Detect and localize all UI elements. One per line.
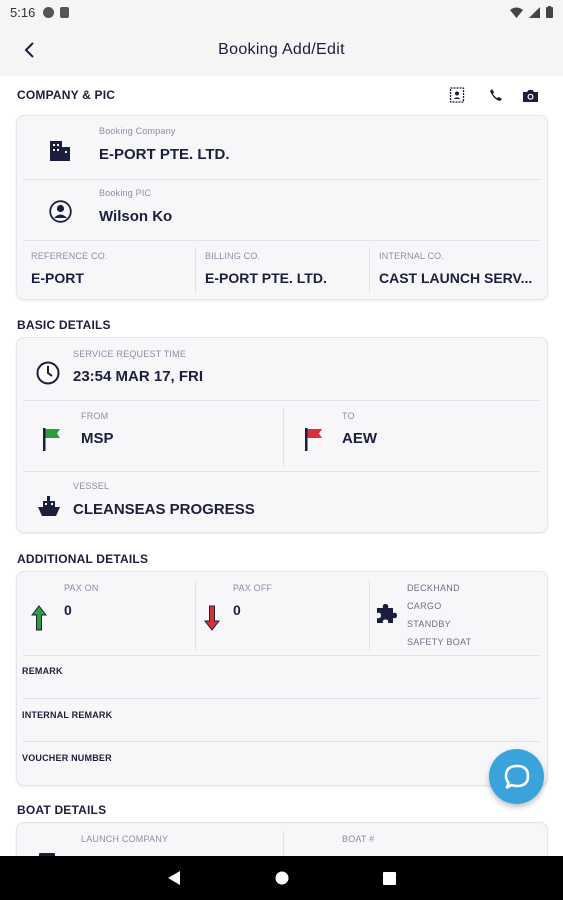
person-icon [49,200,72,223]
boat-number-label: BOAT # [342,834,375,844]
from-label: FROM [81,411,109,421]
booking-form: COMPANY & PIC Booking Company E-PORT PTE… [0,76,563,856]
section-title-basic: BASIC DETAILS [17,318,111,332]
reference-co-label: REFERENCE CO. [31,251,108,261]
wifi-icon [510,7,523,18]
status-time: 5:16 [10,4,36,20]
nav-home-icon[interactable] [275,871,289,885]
divider [195,580,196,650]
status-bar: 5:16 [0,0,563,24]
divider [369,247,370,293]
reference-co-value[interactable]: E-PORT [31,270,191,286]
phone-icon [490,89,502,101]
section-title-company: COMPANY & PIC [17,88,116,102]
service-item[interactable]: SAFETY BOAT [407,637,471,647]
to-value[interactable]: AEW [342,430,532,447]
boat-details-card: LAUNCH COMPANY BOAT # [16,822,548,856]
service-time-label: SERVICE REQUEST TIME [73,349,187,359]
divider [23,655,541,656]
chat-button[interactable] [489,749,544,804]
booking-company-label: Booking Company [99,126,176,136]
internal-co-value[interactable]: CAST LAUNCH SERV... [379,270,545,286]
back-button[interactable] [16,36,44,64]
notification-icon [43,6,55,18]
company-card: Booking Company E-PORT PTE. LTD. Booking… [16,115,548,300]
section-title-boat: BOAT DETAILS [17,803,107,817]
pax-off-label: PAX OFF [233,583,273,593]
ship-icon [38,496,60,516]
divider [23,471,541,472]
divider [283,408,284,466]
battery-icon [546,6,553,18]
nav-recents-icon[interactable] [383,871,396,885]
billing-co-value[interactable]: E-PORT PTE. LTD. [205,270,365,286]
service-time-value[interactable]: 23:54 MAR 17, FRI [73,368,513,385]
divider [369,580,370,650]
arrow-down-icon [204,605,220,631]
system-nav-bar [0,856,563,900]
puzzle-icon [377,604,397,623]
nav-back-icon[interactable] [167,870,181,886]
internal-remark-label: INTERNAL REMARK [22,710,113,720]
clock-icon [36,361,60,385]
service-item[interactable]: CARGO [407,601,442,611]
building-icon [50,141,70,161]
phone-button[interactable] [486,85,506,105]
divider [283,831,284,856]
chat-icon [504,764,529,789]
red-flag-icon [305,428,322,451]
service-item[interactable]: DECKHAND [407,583,460,593]
additional-details-card: PAX ON 0 PAX OFF 0 DECKHAND CARGO STANDB… [16,571,548,786]
contact-card-icon [449,87,465,103]
remark-label: REMARK [22,666,63,676]
arrow-up-icon [31,605,47,631]
green-flag-icon [43,428,60,451]
vessel-value[interactable]: CLEANSEAS PROGRESS [73,501,513,518]
divider [23,741,541,742]
from-value[interactable]: MSP [81,430,271,447]
app-bar: Booking Add/Edit [0,24,563,76]
divider [23,179,541,180]
divider [23,400,541,401]
booking-company-value[interactable]: E-PORT PTE. LTD. [99,146,519,163]
divider [195,247,196,293]
camera-icon [522,89,538,102]
to-label: TO [342,411,355,421]
vessel-label: VESSEL [73,481,110,491]
internal-co-label: INTERNAL CO. [379,251,445,261]
contact-card-button[interactable] [447,85,467,105]
basic-details-card: SERVICE REQUEST TIME 23:54 MAR 17, FRI F… [16,337,548,533]
pax-off-value[interactable]: 0 [233,602,241,618]
sim-icon [60,6,70,18]
service-item[interactable]: STANDBY [407,619,451,629]
back-arrow-icon [24,42,34,58]
page-title: Booking Add/Edit [218,41,345,58]
billing-co-label: BILLING CO. [205,251,261,261]
divider [23,240,541,241]
signal-icon [529,6,540,18]
section-title-additional: ADDITIONAL DETAILS [17,552,149,566]
divider [23,698,541,699]
pax-on-value[interactable]: 0 [64,602,72,618]
launch-company-label: LAUNCH COMPANY [81,834,169,844]
pax-on-label: PAX ON [64,583,99,593]
camera-button[interactable] [520,85,540,105]
voucher-number-label: VOUCHER NUMBER [22,753,112,763]
booking-pic-label: Booking PIC [99,188,152,198]
booking-pic-value[interactable]: Wilson Ko [99,208,519,225]
